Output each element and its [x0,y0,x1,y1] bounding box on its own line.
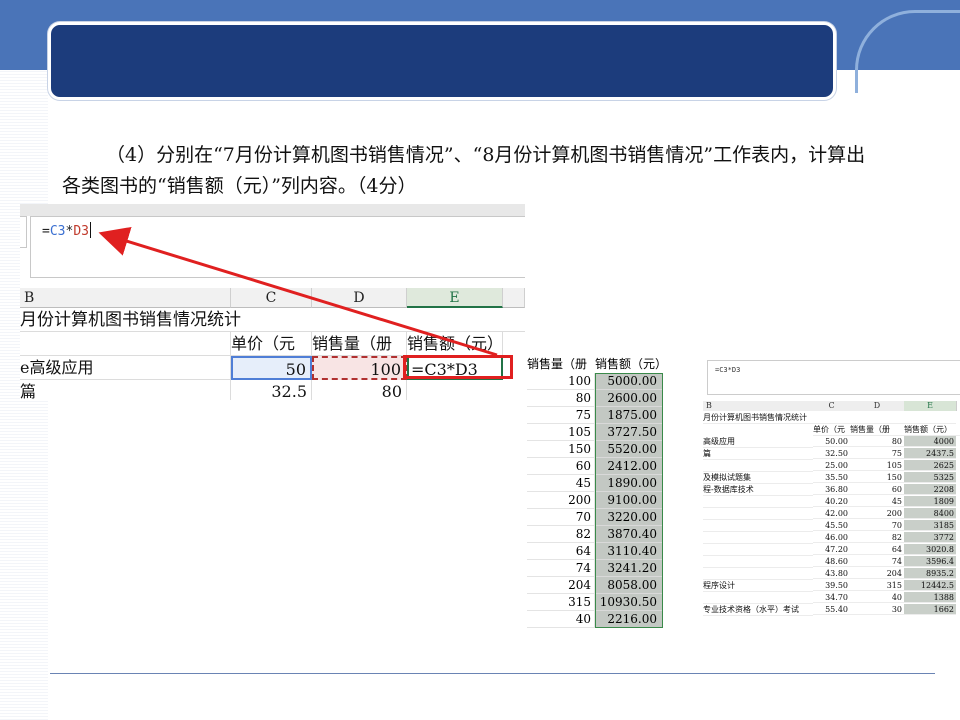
right-amount-cell: 2625 [904,460,956,471]
right-price-cell: 43.80 [813,568,850,579]
spreadsheet-screenshot-middle: 销售量（册 销售额（元） 100 5000.00 80 2600.00 75 1875.0… [527,356,670,632]
right-qty-cell: 200 [850,508,904,519]
right-qty-cell: 75 [850,448,904,459]
mid-qty-cell: 105 [527,424,595,441]
right-qty-cell: 45 [850,496,904,507]
right-formula-bar [707,360,960,395]
mid-qty-cell: 64 [527,543,595,560]
right-amount-cell: 2208 [904,484,956,495]
right-name-cell: 程-数据库技术 [703,484,813,496]
right-qty-cell: 74 [850,556,904,567]
right-amount-cell: 3772 [904,532,956,543]
right-amount-cell: 3185 [904,520,956,531]
right-qty-cell: 70 [850,520,904,531]
right-price-cell: 48.60 [813,556,850,567]
right-qty-cell: 315 [850,580,904,591]
right-qty-cell: 80 [850,436,904,447]
right-col-d: D [850,401,905,411]
mid-selection-border [595,373,663,628]
right-qty-cell: 82 [850,532,904,543]
mid-qty-cell: 45 [527,475,595,492]
right-col-b: B [703,401,817,411]
right-price-cell: 46.00 [813,532,850,543]
mid-header-amount: 销售额（元） [595,357,668,371]
right-hdr-price: 单价（元 [813,424,850,436]
right-qty-cell: 204 [850,568,904,579]
mid-qty-cell: 100 [527,373,595,390]
right-name-cell [703,556,813,568]
right-name-cell [703,592,813,604]
right-qty-cell: 105 [850,460,904,471]
right-amount-cell: 5325 [904,472,956,483]
spreadsheet-screenshot-right: =C3*D3 B C D E 月份计算机图书销售情况统计 单价（元 销售量（册 … [703,360,960,630]
mid-qty-cell: 80 [527,390,595,407]
right-price-cell: 34.70 [813,592,850,603]
mid-qty-cell: 40 [527,611,595,628]
right-amount-cell: 3596.4 [904,556,956,567]
mid-qty-cell: 200 [527,492,595,509]
right-name-cell [703,508,813,520]
right-price-cell: 45.50 [813,520,850,531]
mid-qty-cell: 204 [527,577,595,594]
right-amount-cell: 1809 [904,496,956,507]
right-hdr-amount: 销售额（元） [904,424,960,436]
right-price-cell: 40.20 [813,496,850,507]
right-qty-cell: 64 [850,544,904,555]
right-price-cell: 25.00 [813,460,850,471]
right-title-row: 月份计算机图书销售情况统计 [703,412,956,424]
right-price-cell: 47.20 [813,544,850,555]
right-name-cell [703,532,813,544]
right-amount-cell: 8935.2 [904,568,956,579]
mid-qty-cell: 60 [527,458,595,475]
right-name-cell: 篇 [703,448,813,460]
right-col-c: C [813,401,851,411]
right-qty-cell: 30 [850,604,904,615]
right-formula-text: =C3*D3 [715,366,741,374]
right-amount-cell: 2437.5 [904,448,956,459]
right-amount-cell: 1662 [904,604,956,615]
right-name-cell [703,520,813,532]
arrow-line [98,226,498,357]
right-price-cell: 36.80 [813,484,850,495]
right-amount-cell: 3020.8 [904,544,956,555]
mid-qty-cell: 75 [527,407,595,424]
mid-qty-cell: 150 [527,441,595,458]
right-amount-cell: 4000 [904,436,956,447]
right-qty-cell: 150 [850,472,904,483]
right-price-cell: 39.50 [813,580,850,591]
right-name-cell [703,460,813,472]
right-name-cell [703,544,813,556]
mid-qty-cell: 70 [527,509,595,526]
mid-qty-cell: 74 [527,560,595,577]
right-name-cell: 程序设计 [703,580,813,592]
right-qty-cell: 60 [850,484,904,495]
right-qty-cell: 40 [850,592,904,603]
mid-qty-cell: 315 [527,594,595,611]
mid-header-qty: 销售量（册 [527,357,588,371]
right-name-cell: 及模拟试题集 [703,472,813,484]
right-amount-cell: 1388 [904,592,956,603]
right-price-cell: 32.50 [813,448,850,459]
right-price-cell: 50.00 [813,436,850,447]
right-name-cell: 专业技术资格（水平）考试 [703,604,813,616]
mid-qty-cell: 82 [527,526,595,543]
right-amount-cell: 12442.5 [904,580,956,591]
right-price-cell: 42.00 [813,508,850,519]
right-price-cell: 55.40 [813,604,850,615]
right-hdr-qty: 销售量（册 [850,424,904,436]
right-name-cell: 高级应用 [703,436,813,448]
right-price-cell: 35.50 [813,472,850,483]
right-col-e: E [904,401,957,411]
right-amount-cell: 8400 [904,508,956,519]
right-name-cell [703,568,813,580]
footer-line [50,673,935,674]
right-name-cell [703,496,813,508]
